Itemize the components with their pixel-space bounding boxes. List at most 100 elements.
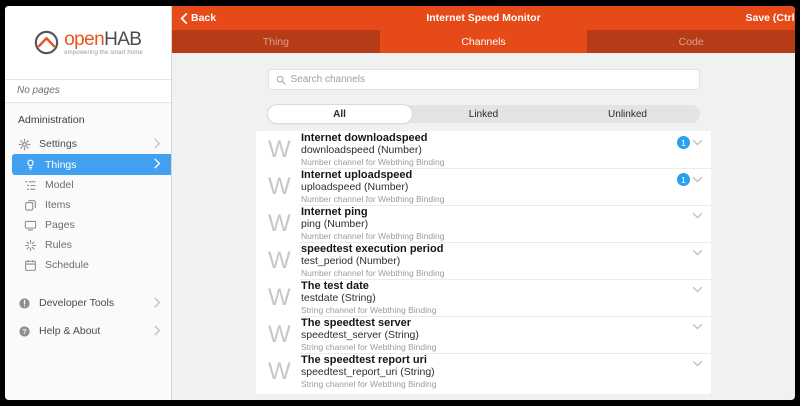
lightbulb-icon <box>24 158 37 171</box>
sidebar-item-label: Schedule <box>45 259 89 271</box>
channel-text: Internet uploadspeeduploadspeed (Number)… <box>301 169 677 204</box>
chevron-right-icon <box>153 325 162 337</box>
channel-title: Internet uploadspeed <box>301 169 677 181</box>
sidebar-nav-items: Settings Things Model Items Pages Rules Schedu… <box>5 134 171 275</box>
chevron-down-icon[interactable] <box>692 210 703 221</box>
channel-row[interactable]: WThe speedtest serverspeedtest_server (S… <box>256 316 711 353</box>
filter-segmented-control: AllLinkedUnlinked <box>268 105 700 123</box>
channel-type-letter-icon: W <box>268 286 301 310</box>
channel-row[interactable]: Wspeedtest execution periodtest_period (… <box>256 242 711 279</box>
channel-description: String channel for Webthing Binding <box>301 379 692 389</box>
channel-row-controls <box>692 247 711 258</box>
back-button-label: Back <box>191 12 216 24</box>
channel-type-letter-icon: W <box>268 249 301 273</box>
channel-type-letter-icon: W <box>268 175 301 199</box>
channel-row-controls <box>692 284 711 295</box>
chevron-down-icon[interactable] <box>692 284 703 295</box>
sidebar-item-pages[interactable]: Pages <box>5 215 171 235</box>
gear-icon <box>18 138 31 151</box>
no-pages-label: No pages <box>5 79 171 103</box>
channels-list: WInternet downloadspeeddownloadspeed (Nu… <box>256 131 711 394</box>
linked-items-count-badge: 1 <box>677 173 690 186</box>
channel-text: The speedtest report urispeedtest_report… <box>301 354 692 389</box>
chevron-right-icon <box>153 297 162 309</box>
search-input[interactable] <box>291 74 692 85</box>
sidebar-item-rules[interactable]: Rules <box>5 235 171 255</box>
channel-id: speedtest_report_uri (String) <box>301 366 692 378</box>
channel-type-letter-icon: W <box>268 212 301 236</box>
channel-row-controls <box>692 358 711 369</box>
channel-description: Number channel for Webthing Binding <box>301 194 677 204</box>
channel-row[interactable]: WInternet pingping (Number)Number channe… <box>256 205 711 242</box>
channel-type-letter-icon: W <box>268 360 301 384</box>
tab-thing[interactable]: Thing <box>172 30 380 53</box>
chevron-down-icon[interactable] <box>692 137 703 148</box>
page-title: Internet Speed Monitor <box>172 12 795 24</box>
sidebar-item-developer-tools[interactable]: Developer Tools <box>5 289 171 317</box>
channels-content: AllLinkedUnlinked WInternet downloadspee… <box>172 53 795 400</box>
items-icon <box>24 199 37 212</box>
channel-id: ping (Number) <box>301 218 692 230</box>
save-button[interactable]: Save (Ctrl- <box>745 12 795 24</box>
sidebar-item-label: Things <box>45 159 77 171</box>
sidebar-item-things[interactable]: Things <box>12 154 171 175</box>
openhab-logo: openHAB empowering the smart home <box>5 6 171 79</box>
chevron-down-icon[interactable] <box>692 321 703 332</box>
back-chevron-icon <box>179 13 188 24</box>
channel-title: Internet ping <box>301 206 692 218</box>
channel-row[interactable]: WInternet downloadspeeddownloadspeed (Nu… <box>256 131 711 168</box>
channel-title: The speedtest server <box>301 317 692 329</box>
sidebar-item-settings[interactable]: Settings <box>5 134 171 154</box>
channel-title: The test date <box>301 280 692 292</box>
brand-name: openHAB <box>64 30 143 49</box>
tab-bar: ThingChannelsCode <box>172 30 795 53</box>
search-icon <box>276 75 286 85</box>
chevron-down-icon[interactable] <box>692 247 703 258</box>
chevron-right-icon <box>153 158 162 170</box>
filter-option-unlinked[interactable]: Unlinked <box>556 105 700 123</box>
channel-id: testdate (String) <box>301 292 692 304</box>
channel-description: Number channel for Webthing Binding <box>301 157 677 167</box>
pages-icon <box>24 219 37 232</box>
sidebar-item-label: Pages <box>45 219 75 231</box>
channel-row[interactable]: WThe speedtest report urispeedtest_repor… <box>256 353 711 390</box>
sidebar-item-schedule[interactable]: Schedule <box>5 255 171 275</box>
app-window: openHAB empowering the smart home No pag… <box>5 6 795 400</box>
channel-title: Internet downloadspeed <box>301 132 677 144</box>
channel-row-controls: 1 <box>677 173 711 186</box>
channel-row[interactable]: WThe test datetestdate (String)String ch… <box>256 279 711 316</box>
channel-id: uploadspeed (Number) <box>301 181 677 193</box>
sidebar-nav: Administration SettingsThingsModelItemsP… <box>5 103 171 400</box>
channel-text: The speedtest serverspeedtest_server (St… <box>301 317 692 352</box>
channel-text: Internet downloadspeeddownloadspeed (Num… <box>301 132 677 167</box>
linked-items-count-badge: 1 <box>677 136 690 149</box>
sidebar-item-model[interactable]: Model <box>5 175 171 195</box>
sidebar-item-help-about[interactable]: ?Help & About <box>5 317 171 345</box>
sidebar-item-items[interactable]: Items <box>5 195 171 215</box>
channel-text: speedtest execution periodtest_period (N… <box>301 243 692 278</box>
filter-option-all[interactable]: All <box>268 105 412 123</box>
channel-row[interactable]: WInternet uploadspeeduploadspeed (Number… <box>256 168 711 205</box>
main-panel: Back Internet Speed Monitor Save (Ctrl- … <box>172 6 795 400</box>
channel-text: Internet pingping (Number)Number channel… <box>301 206 692 241</box>
channel-description: String channel for Webthing Binding <box>301 342 692 352</box>
chevron-right-icon <box>153 138 162 150</box>
channel-text: The test datetestdate (String)String cha… <box>301 280 692 315</box>
model-icon <box>24 179 37 192</box>
tab-code[interactable]: Code <box>587 30 795 53</box>
channel-title: speedtest execution period <box>301 243 692 255</box>
channel-row-controls <box>692 210 711 221</box>
sidebar-item-label: Developer Tools <box>39 297 114 309</box>
sidebar-item-label: Rules <box>45 239 72 251</box>
channel-row-controls: 1 <box>677 136 711 149</box>
channel-type-letter-icon: W <box>268 138 301 162</box>
sidebar: openHAB empowering the smart home No pag… <box>5 6 172 400</box>
tab-channels[interactable]: Channels <box>380 30 588 53</box>
rules-icon <box>24 239 37 252</box>
sidebar-item-label: Items <box>45 199 71 211</box>
back-button[interactable]: Back <box>172 12 216 24</box>
filter-option-linked[interactable]: Linked <box>412 105 556 123</box>
channel-title: The speedtest report uri <box>301 354 692 366</box>
chevron-down-icon[interactable] <box>692 174 703 185</box>
chevron-down-icon[interactable] <box>692 358 703 369</box>
